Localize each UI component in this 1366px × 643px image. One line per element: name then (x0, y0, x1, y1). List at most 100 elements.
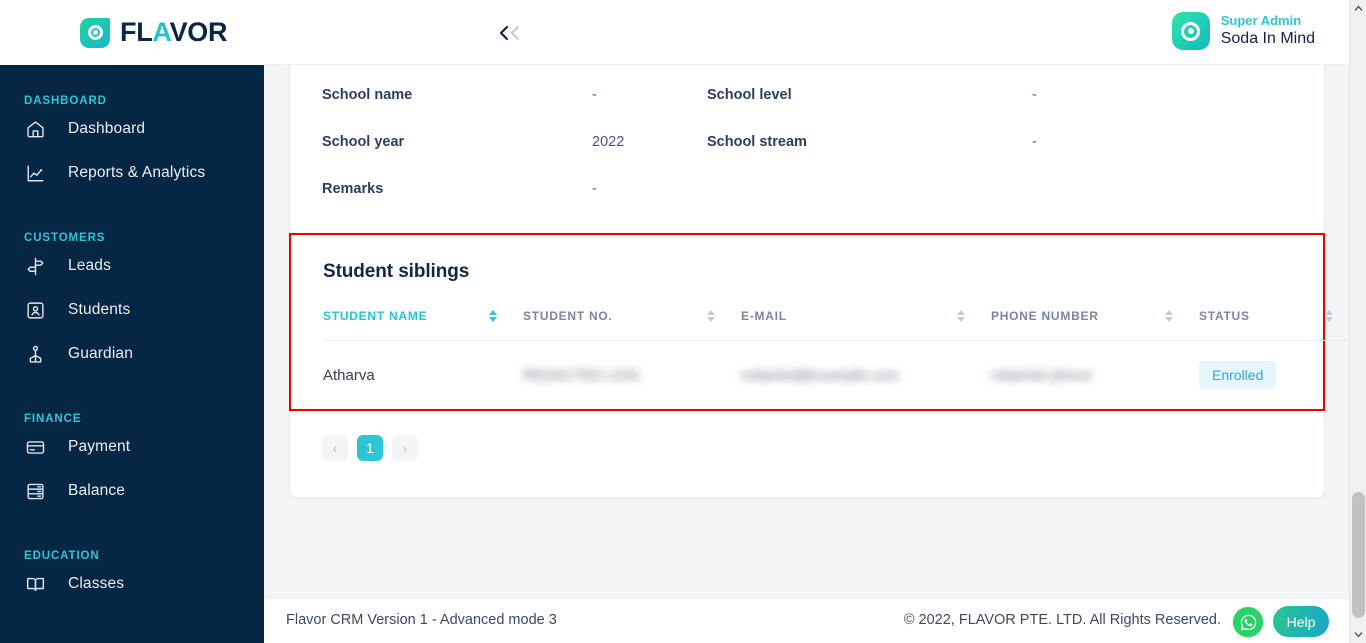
sidebar-section-label-customers: CUSTOMERS (24, 232, 106, 244)
person-stand-icon (24, 343, 46, 365)
credit-card-icon (24, 436, 46, 458)
logo-text-part1: FL (120, 17, 153, 47)
top-bar: FLAVOR Super Admin Soda In Mind (80, 0, 1349, 65)
cell-student-name: Atharva (323, 340, 523, 409)
pagination-prev-button[interactable]: ‹ (322, 435, 348, 461)
whatsapp-icon[interactable] (1233, 607, 1263, 637)
sidebar-item-label: Payment (68, 438, 131, 455)
detail-value: - (1032, 134, 1037, 150)
student-siblings-title: Student siblings (323, 261, 470, 282)
sidebar-section-label-dashboard: DASHBOARD (24, 95, 107, 107)
profile-menu[interactable]: Super Admin Soda In Mind (1171, 12, 1315, 50)
sidebar-item-classes[interactable]: Classes (0, 562, 264, 606)
sort-toggle-icon[interactable] (489, 310, 497, 322)
detail-label: School name (322, 87, 413, 103)
detail-value: - (592, 181, 597, 197)
sidebar-section-label-finance: FINANCE (24, 413, 82, 425)
sidebar-item-leads[interactable]: Leads (0, 244, 264, 288)
empty-cell (707, 181, 1032, 197)
detail-label: School stream (707, 134, 807, 150)
cell-phone: redacted phone (991, 340, 1199, 409)
siblings-table-header-row: STUDENT NAME STUDENT NO. E-MAIL PHONE NUMBE… (323, 309, 1349, 341)
logo-text-part2: VOR (169, 17, 228, 47)
column-header-label: STUDENT NO. (523, 309, 613, 323)
detail-label: School level (707, 87, 792, 103)
sidebar-item-dashboard[interactable]: Dashboard (0, 107, 264, 151)
column-header-phone-number[interactable]: PHONE NUMBER (991, 309, 1199, 341)
app-root: DASHBOARD Dashboard Reports & Analytics CUS… (0, 0, 1366, 643)
id-card-icon (24, 299, 46, 321)
stacked-db-icon (24, 480, 46, 502)
pagination-next-button[interactable]: › (392, 435, 418, 461)
phone-redacted: redacted phone (991, 367, 1092, 384)
avatar (1171, 12, 1210, 50)
student-no-redacted: REDACTED 1234 (523, 367, 640, 384)
sort-toggle-icon[interactable] (1165, 310, 1173, 322)
siblings-table: STUDENT NAME STUDENT NO. E-MAIL PHONE NUMBE… (323, 309, 1349, 409)
sort-toggle-icon[interactable] (957, 310, 965, 322)
column-header-status[interactable]: STATUS (1199, 309, 1349, 341)
sidebar-nav: DASHBOARD Dashboard Reports & Analytics CUS… (0, 95, 264, 606)
column-header-student-name[interactable]: STUDENT NAME (323, 309, 523, 341)
detail-label: School year (322, 134, 405, 150)
help-button[interactable]: Help (1273, 606, 1329, 637)
sidebar-item-label: Balance (68, 482, 126, 499)
scroll-up-arrow-icon[interactable] (1350, 0, 1366, 17)
open-book-icon (24, 573, 46, 595)
sidebar-item-balance[interactable]: Balance (0, 469, 264, 513)
cell-student-no: REDACTED 1234 (523, 340, 741, 409)
column-header-label: STUDENT NAME (323, 309, 428, 323)
column-header-label: STATUS (1199, 309, 1250, 323)
detail-label: Remarks (322, 181, 384, 197)
sidebar-item-label: Leads (68, 257, 111, 274)
sort-toggle-icon[interactable] (1325, 310, 1333, 322)
column-header-label: E-MAIL (741, 309, 787, 323)
profile-name: Soda In Mind (1220, 30, 1315, 48)
sidebar-item-label: Students (68, 301, 131, 318)
empty-cell (1032, 181, 1292, 197)
sidebar-item-reports-analytics[interactable]: Reports & Analytics (0, 151, 264, 195)
scroll-down-arrow-icon[interactable] (1350, 626, 1366, 643)
scrollbar-thumb[interactable] (1352, 492, 1365, 618)
column-header-label: PHONE NUMBER (991, 309, 1099, 323)
chart-line-icon (24, 162, 46, 184)
school-details-grid: School name - School level - School year 2022… (322, 87, 1292, 197)
home-icon (24, 118, 46, 140)
siblings-table-body: Atharva REDACTED 1234 redacted@example.com… (323, 340, 1349, 409)
sidebar-item-label: Classes (68, 575, 125, 592)
signpost-icon (24, 255, 46, 277)
detail-value: 2022 (592, 134, 625, 150)
app-logo[interactable]: FLAVOR (40, 0, 228, 65)
column-header-student-no[interactable]: STUDENT NO. (523, 309, 741, 341)
footer: Flavor CRM Version 1 - Advanced mode 3 ©… (264, 598, 1349, 643)
sidebar-item-students[interactable]: Students (0, 288, 264, 332)
sidebar-item-label: Dashboard (68, 120, 146, 137)
vertical-scrollbar[interactable] (1349, 0, 1366, 643)
main-content: School Details School name-School level-… (264, 65, 1349, 598)
table-row[interactable]: Atharva REDACTED 1234 redacted@example.com… (323, 340, 1349, 409)
sidebar-item-guardian[interactable]: Guardian (0, 332, 264, 376)
sidebar-item-label: Reports & Analytics (68, 164, 206, 181)
sidebar-item-payment[interactable]: Payment (0, 425, 264, 469)
sidebar: DASHBOARD Dashboard Reports & Analytics CUS… (0, 0, 264, 643)
logo-text-accent: A (152, 17, 170, 47)
cell-status: Enrolled (1199, 340, 1349, 409)
footer-copyright: © 2022, FLAVOR PTE. LTD. All Rights Rese… (903, 612, 1221, 628)
student-siblings-highlight-region: Student siblings STUDENT NAME STUDENT NO.… (289, 233, 1349, 411)
student-siblings-section: Student siblings STUDENT NAME STUDENT NO.… (291, 235, 1349, 409)
pagination: ‹ 1 › (290, 411, 1324, 491)
profile-role: Super Admin (1220, 12, 1302, 28)
pagination-page-1[interactable]: 1 (357, 435, 383, 461)
school-details-section: School Details School name-School level-… (290, 65, 1324, 197)
logo-wordmark: FLAVOR (120, 17, 228, 48)
cell-email: redacted@example.com (741, 340, 991, 409)
student-name-text: Atharva (323, 366, 375, 384)
sort-toggle-icon[interactable] (707, 310, 715, 322)
detail-value: - (1032, 87, 1037, 103)
sidebar-section-label-education: EDUCATION (24, 550, 100, 562)
column-header-e-mail[interactable]: E-MAIL (741, 309, 991, 341)
profile-text: Super Admin Soda In Mind (1221, 13, 1315, 49)
chevron-double-left-icon[interactable] (496, 20, 524, 46)
email-redacted: redacted@example.com (741, 367, 899, 384)
